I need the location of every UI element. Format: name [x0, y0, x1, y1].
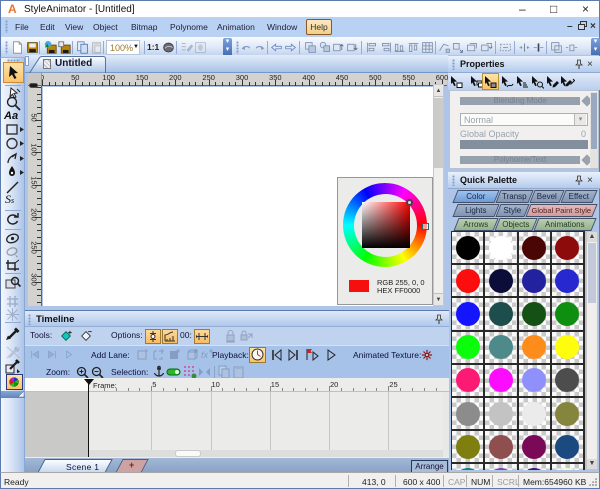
svg-text:fx: fx [201, 350, 209, 360]
